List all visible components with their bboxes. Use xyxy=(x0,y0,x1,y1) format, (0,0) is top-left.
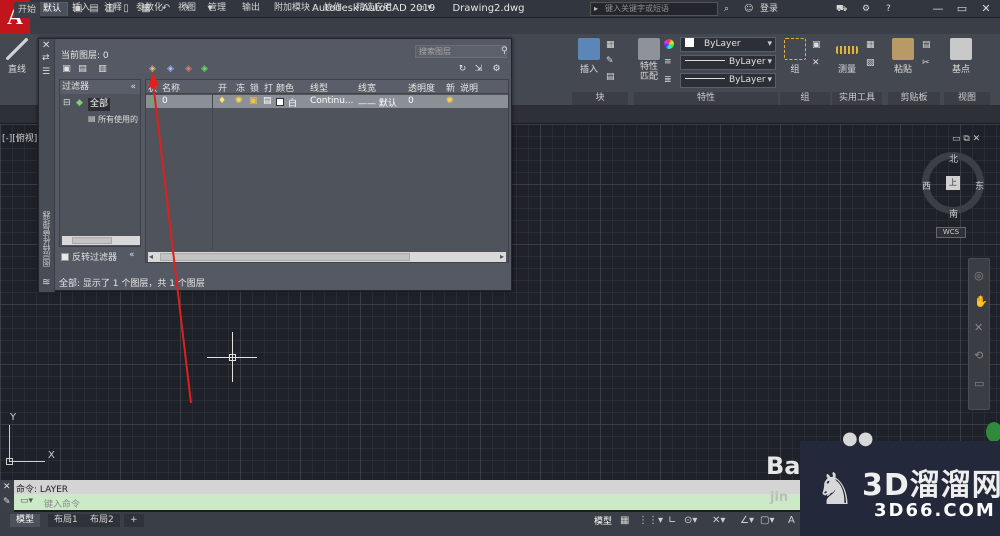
command-customize-icon[interactable]: ✎ xyxy=(3,497,11,507)
model-space-button[interactable]: 模型 xyxy=(594,514,612,527)
add-layout-button[interactable]: + xyxy=(124,514,144,527)
layout-tab-layout1[interactable]: 布局1 xyxy=(48,514,84,527)
annotation-arrow-head xyxy=(148,72,159,88)
watermark-deer-icon: ♞ xyxy=(815,464,855,515)
annotation-scale-icon[interactable]: A xyxy=(788,515,795,526)
isodraft-icon[interactable]: ✕▾ xyxy=(712,515,725,526)
watermark-paw-icon: ●● xyxy=(842,428,874,449)
object-snap-tracking-icon[interactable]: ∠▾ xyxy=(740,515,754,526)
annotation-arrow-shaft xyxy=(152,81,192,404)
command-prompt-icon[interactable]: ▭▾ xyxy=(20,496,33,506)
command-placeholder: 键入命令 xyxy=(44,500,81,510)
layout-tab-layout2[interactable]: 布局2 xyxy=(84,514,120,527)
ortho-toggle-icon[interactable]: ∟ xyxy=(668,515,676,526)
watermark-partial-b: Ba xyxy=(766,452,801,480)
command-close-icon[interactable]: ✕ xyxy=(3,482,11,492)
object-snap-icon[interactable]: ▢▾ xyxy=(760,515,774,526)
watermark-partial-jin: jin xyxy=(770,490,789,505)
grid-toggle-icon[interactable]: ▦ xyxy=(620,515,629,526)
command-line-handle[interactable]: ✕ ✎ xyxy=(0,480,14,512)
polar-toggle-icon[interactable]: ⊙▾ xyxy=(684,515,697,526)
layout-tab-model[interactable]: 模型 xyxy=(10,514,41,527)
watermark-title: 3D溜溜网 xyxy=(862,468,1000,503)
snap-toggle-icon[interactable]: ⋮⋮▾ xyxy=(638,515,663,526)
watermark-domain: 3D66.COM xyxy=(874,500,996,521)
